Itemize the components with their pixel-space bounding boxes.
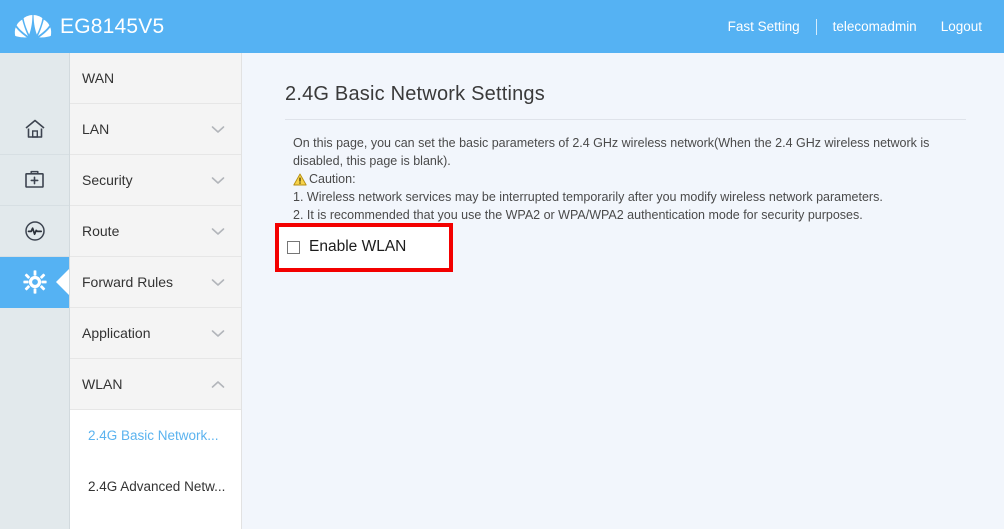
menu-item-label: Route: [82, 223, 120, 239]
page-header: EG8145V5 Fast Setting telecomadmin Logou…: [0, 0, 1004, 53]
chevron-down-icon: [211, 278, 225, 286]
menu-item-label: WLAN: [82, 376, 123, 392]
rail-item-diagnostics[interactable]: [0, 206, 69, 257]
huawei-flower-logo-icon: [14, 14, 52, 37]
rail-item-toolkit[interactable]: [0, 155, 69, 206]
menu-item-label: LAN: [82, 121, 110, 137]
chevron-up-icon: [211, 380, 225, 388]
rail-item-home[interactable]: [0, 104, 69, 155]
caution-item-1: 1. Wireless network services may be inte…: [293, 190, 883, 204]
home-icon: [24, 119, 45, 138]
menu-item-security[interactable]: Security: [70, 155, 241, 206]
chevron-down-icon: [211, 227, 225, 235]
submenu-item-label: 2.4G Basic Network...: [88, 428, 219, 443]
warning-triangle-icon: [293, 173, 307, 185]
caution-heading: Caution:: [293, 170, 958, 188]
menu-item-label: WAN: [82, 70, 115, 86]
caution-label: Caution:: [309, 172, 356, 186]
menu-item-wan[interactable]: WAN: [70, 53, 241, 104]
chevron-down-icon: [211, 176, 225, 184]
page-description: On this page, you can set the basic para…: [293, 134, 958, 224]
menu-item-route[interactable]: Route: [70, 206, 241, 257]
enable-wlan-label[interactable]: Enable WLAN: [309, 238, 406, 256]
icon-sidebar: [0, 53, 70, 529]
menu-item-application[interactable]: Application: [70, 308, 241, 359]
chevron-down-icon: [211, 125, 225, 133]
header-links: Fast Setting telecomadmin Logout: [728, 0, 1004, 53]
brand-name: EG8145V5: [60, 14, 165, 38]
menu-item-label: Application: [82, 325, 151, 341]
username-link[interactable]: telecomadmin: [833, 19, 917, 34]
enable-wlan-row[interactable]: Enable WLAN: [287, 232, 406, 262]
caution-item-2: 2. It is recommended that you use the WP…: [293, 208, 863, 222]
diagnostics-pulse-icon: [24, 221, 45, 241]
brand: EG8145V5: [0, 9, 164, 45]
header-divider: [815, 18, 817, 35]
submenu-item-24g-advanced-network[interactable]: 2.4G Advanced Netw...: [70, 461, 241, 512]
menu-item-wlan[interactable]: WLAN: [70, 359, 241, 410]
rail-item-settings[interactable]: [0, 257, 69, 308]
wlan-submenu: 2.4G Basic Network... 2.4G Advanced Netw…: [70, 410, 241, 512]
menu-item-lan[interactable]: LAN: [70, 104, 241, 155]
main-content: 2.4G Basic Network Settings On this page…: [243, 53, 1004, 529]
submenu-item-24g-basic-network[interactable]: 2.4G Basic Network...: [70, 410, 241, 461]
logout-link[interactable]: Logout: [941, 19, 982, 34]
settings-menu: WAN LAN Security Route Forward Rules App…: [70, 53, 242, 529]
menu-item-forward-rules[interactable]: Forward Rules: [70, 257, 241, 308]
title-divider: [285, 119, 966, 120]
menu-item-label: Security: [82, 172, 133, 188]
rail-top-blank: [0, 53, 69, 104]
chevron-down-icon: [211, 329, 225, 337]
menu-item-label: Forward Rules: [82, 274, 174, 290]
enable-wlan-checkbox[interactable]: [287, 240, 300, 254]
toolkit-icon: [25, 170, 44, 188]
page-title: 2.4G Basic Network Settings: [285, 83, 545, 105]
gear-icon: [22, 270, 47, 294]
router-admin-page: EG8145V5 Fast Setting telecomadmin Logou…: [0, 0, 1004, 529]
fast-setting-link[interactable]: Fast Setting: [728, 19, 800, 34]
submenu-item-label: 2.4G Advanced Netw...: [88, 479, 226, 494]
description-text: On this page, you can set the basic para…: [293, 136, 930, 168]
